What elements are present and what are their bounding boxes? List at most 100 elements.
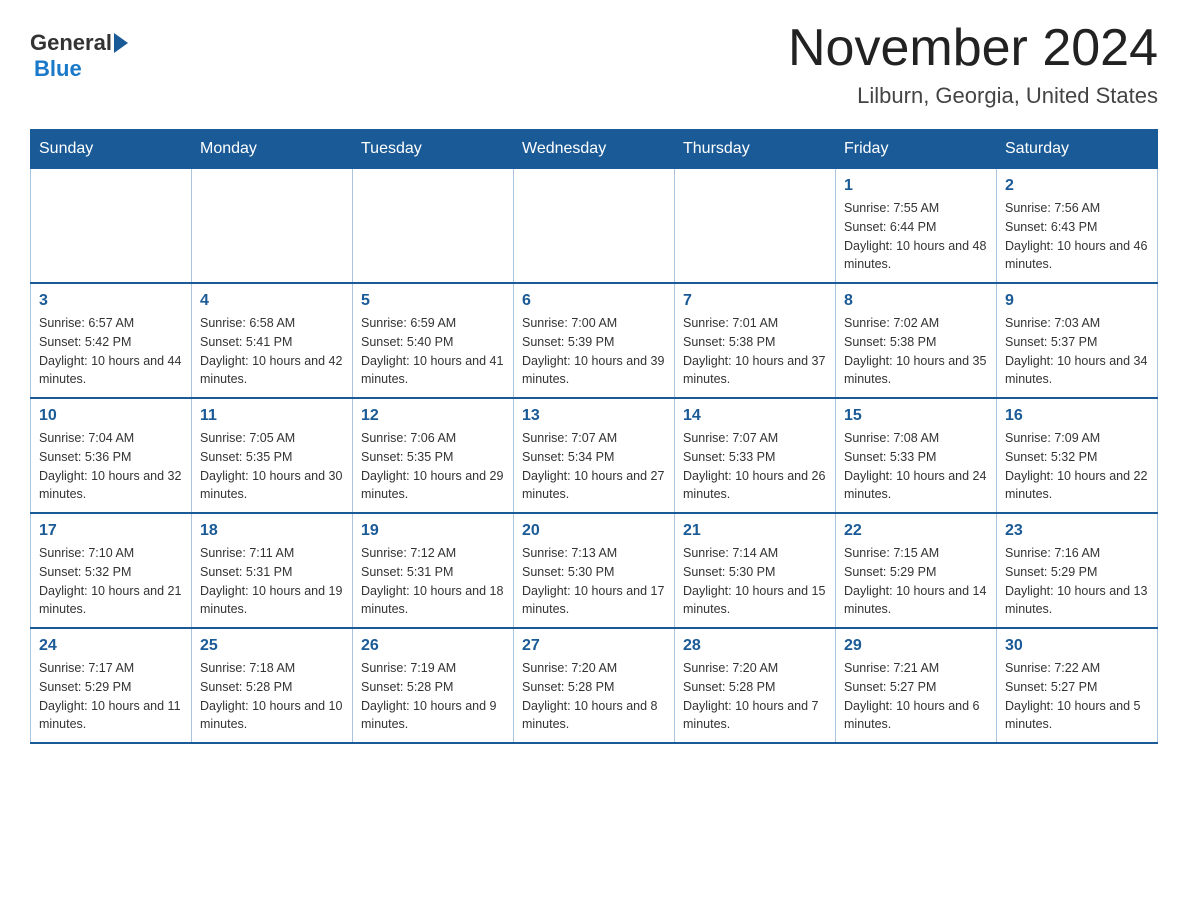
week-row-3: 10 Sunrise: 7:04 AMSunset: 5:36 PMDayligh…	[31, 398, 1158, 513]
calendar-cell: 9Sunrise: 7:03 AMSunset: 5:37 PMDaylight…	[997, 283, 1158, 398]
day-info: Sunrise: 6:59 AMSunset: 5:40 PMDaylight:…	[361, 314, 505, 389]
week-row-4: 17Sunrise: 7:10 AMSunset: 5:32 PMDayligh…	[31, 513, 1158, 628]
logo-flag-icon	[114, 33, 128, 53]
calendar-cell: 26 Sunrise: 7:19 AMSunset: 5:28 PMDayligh…	[353, 628, 514, 743]
calendar-cell: 14 Sunrise: 7:07 AMSunset: 5:33 PMDayligh…	[675, 398, 836, 513]
day-number: 15	[844, 407, 988, 425]
calendar-cell: 29 Sunrise: 7:21 AMSunset: 5:27 PMDayligh…	[836, 628, 997, 743]
header-cell-friday: Friday	[836, 130, 997, 169]
day-info: Sunrise: 7:13 AMSunset: 5:30 PMDaylight:…	[522, 544, 666, 619]
day-number: 16	[1005, 407, 1149, 425]
calendar-cell: 8Sunrise: 7:02 AMSunset: 5:38 PMDaylight…	[836, 283, 997, 398]
calendar-cell: 17Sunrise: 7:10 AMSunset: 5:32 PMDayligh…	[31, 513, 192, 628]
day-info: Sunrise: 7:56 AMSunset: 6:43 PMDaylight:…	[1005, 199, 1149, 274]
calendar-cell	[675, 169, 836, 284]
week-row-2: 3 Sunrise: 6:57 AMSunset: 5:42 PMDaylight…	[31, 283, 1158, 398]
day-number: 6	[522, 292, 666, 310]
day-info: Sunrise: 7:22 AMSunset: 5:27 PMDaylight:…	[1005, 659, 1149, 734]
day-info: Sunrise: 7:14 AMSunset: 5:30 PMDaylight:…	[683, 544, 827, 619]
day-number: 23	[1005, 522, 1149, 540]
title-section: November 2024 Lilburn, Georgia, United S…	[788, 20, 1158, 109]
calendar-header: SundayMondayTuesdayWednesdayThursdayFrid…	[31, 130, 1158, 169]
header-cell-tuesday: Tuesday	[353, 130, 514, 169]
day-info: Sunrise: 7:00 AMSunset: 5:39 PMDaylight:…	[522, 314, 666, 389]
day-number: 10	[39, 407, 183, 425]
day-number: 17	[39, 522, 183, 540]
calendar-cell: 23 Sunrise: 7:16 AMSunset: 5:29 PMDayligh…	[997, 513, 1158, 628]
day-number: 20	[522, 522, 666, 540]
day-info: Sunrise: 7:07 AMSunset: 5:33 PMDaylight:…	[683, 429, 827, 504]
location-subtitle: Lilburn, Georgia, United States	[788, 83, 1158, 109]
header-cell-thursday: Thursday	[675, 130, 836, 169]
logo-blue-text: Blue	[34, 56, 82, 82]
calendar-table: SundayMondayTuesdayWednesdayThursdayFrid…	[30, 129, 1158, 744]
day-number: 11	[200, 407, 344, 425]
day-info: Sunrise: 7:17 AMSunset: 5:29 PMDaylight:…	[39, 659, 183, 734]
day-number: 19	[361, 522, 505, 540]
calendar-cell: 16 Sunrise: 7:09 AMSunset: 5:32 PMDayligh…	[997, 398, 1158, 513]
day-number: 4	[200, 292, 344, 310]
day-number: 26	[361, 637, 505, 655]
calendar-cell: 25 Sunrise: 7:18 AMSunset: 5:28 PMDayligh…	[192, 628, 353, 743]
day-info: Sunrise: 7:05 AMSunset: 5:35 PMDaylight:…	[200, 429, 344, 504]
day-number: 30	[1005, 637, 1149, 655]
calendar-cell: 22 Sunrise: 7:15 AMSunset: 5:29 PMDayligh…	[836, 513, 997, 628]
day-number: 22	[844, 522, 988, 540]
calendar-cell: 5 Sunrise: 6:59 AMSunset: 5:40 PMDaylight…	[353, 283, 514, 398]
day-number: 18	[200, 522, 344, 540]
header-cell-sunday: Sunday	[31, 130, 192, 169]
calendar-cell	[31, 169, 192, 284]
day-info: Sunrise: 7:16 AMSunset: 5:29 PMDaylight:…	[1005, 544, 1149, 619]
calendar-cell: 2 Sunrise: 7:56 AMSunset: 6:43 PMDaylight…	[997, 169, 1158, 284]
day-number: 24	[39, 637, 183, 655]
day-number: 13	[522, 407, 666, 425]
logo-text: General	[30, 30, 130, 56]
calendar-cell: 19Sunrise: 7:12 AMSunset: 5:31 PMDayligh…	[353, 513, 514, 628]
day-number: 29	[844, 637, 988, 655]
day-info: Sunrise: 7:09 AMSunset: 5:32 PMDaylight:…	[1005, 429, 1149, 504]
calendar-cell: 11 Sunrise: 7:05 AMSunset: 5:35 PMDayligh…	[192, 398, 353, 513]
calendar-cell: 20 Sunrise: 7:13 AMSunset: 5:30 PMDayligh…	[514, 513, 675, 628]
calendar-cell: 10 Sunrise: 7:04 AMSunset: 5:36 PMDayligh…	[31, 398, 192, 513]
day-info: Sunrise: 7:01 AMSunset: 5:38 PMDaylight:…	[683, 314, 827, 389]
day-info: Sunrise: 7:21 AMSunset: 5:27 PMDaylight:…	[844, 659, 988, 734]
calendar-cell: 12Sunrise: 7:06 AMSunset: 5:35 PMDayligh…	[353, 398, 514, 513]
day-info: Sunrise: 7:15 AMSunset: 5:29 PMDaylight:…	[844, 544, 988, 619]
day-number: 7	[683, 292, 827, 310]
day-number: 25	[200, 637, 344, 655]
day-number: 5	[361, 292, 505, 310]
week-row-1: 1Sunrise: 7:55 AMSunset: 6:44 PMDaylight…	[31, 169, 1158, 284]
calendar-cell	[192, 169, 353, 284]
header-cell-wednesday: Wednesday	[514, 130, 675, 169]
day-number: 2	[1005, 177, 1149, 195]
day-info: Sunrise: 7:18 AMSunset: 5:28 PMDaylight:…	[200, 659, 344, 734]
calendar-cell: 4 Sunrise: 6:58 AMSunset: 5:41 PMDaylight…	[192, 283, 353, 398]
day-number: 28	[683, 637, 827, 655]
header-row: SundayMondayTuesdayWednesdayThursdayFrid…	[31, 130, 1158, 169]
day-number: 27	[522, 637, 666, 655]
calendar-cell: 27Sunrise: 7:20 AMSunset: 5:28 PMDayligh…	[514, 628, 675, 743]
calendar-cell	[514, 169, 675, 284]
calendar-cell: 3 Sunrise: 6:57 AMSunset: 5:42 PMDaylight…	[31, 283, 192, 398]
logo: General Blue	[30, 30, 130, 82]
month-title: November 2024	[788, 20, 1158, 77]
day-info: Sunrise: 7:02 AMSunset: 5:38 PMDaylight:…	[844, 314, 988, 389]
calendar-cell: 30 Sunrise: 7:22 AMSunset: 5:27 PMDayligh…	[997, 628, 1158, 743]
page-header: General Blue November 2024 Lilburn, Geor…	[30, 20, 1158, 109]
day-info: Sunrise: 6:57 AMSunset: 5:42 PMDaylight:…	[39, 314, 183, 389]
day-info: Sunrise: 7:55 AMSunset: 6:44 PMDaylight:…	[844, 199, 988, 274]
day-number: 3	[39, 292, 183, 310]
day-info: Sunrise: 7:20 AMSunset: 5:28 PMDaylight:…	[683, 659, 827, 734]
day-info: Sunrise: 7:04 AMSunset: 5:36 PMDaylight:…	[39, 429, 183, 504]
calendar-cell: 13Sunrise: 7:07 AMSunset: 5:34 PMDayligh…	[514, 398, 675, 513]
logo-general-text: General	[30, 30, 112, 56]
day-number: 14	[683, 407, 827, 425]
day-info: Sunrise: 7:19 AMSunset: 5:28 PMDaylight:…	[361, 659, 505, 734]
calendar-cell: 6 Sunrise: 7:00 AMSunset: 5:39 PMDaylight…	[514, 283, 675, 398]
day-info: Sunrise: 6:58 AMSunset: 5:41 PMDaylight:…	[200, 314, 344, 389]
calendar-cell: 1Sunrise: 7:55 AMSunset: 6:44 PMDaylight…	[836, 169, 997, 284]
calendar-cell	[353, 169, 514, 284]
day-info: Sunrise: 7:06 AMSunset: 5:35 PMDaylight:…	[361, 429, 505, 504]
calendar-cell: 7 Sunrise: 7:01 AMSunset: 5:38 PMDaylight…	[675, 283, 836, 398]
calendar-cell: 28 Sunrise: 7:20 AMSunset: 5:28 PMDayligh…	[675, 628, 836, 743]
